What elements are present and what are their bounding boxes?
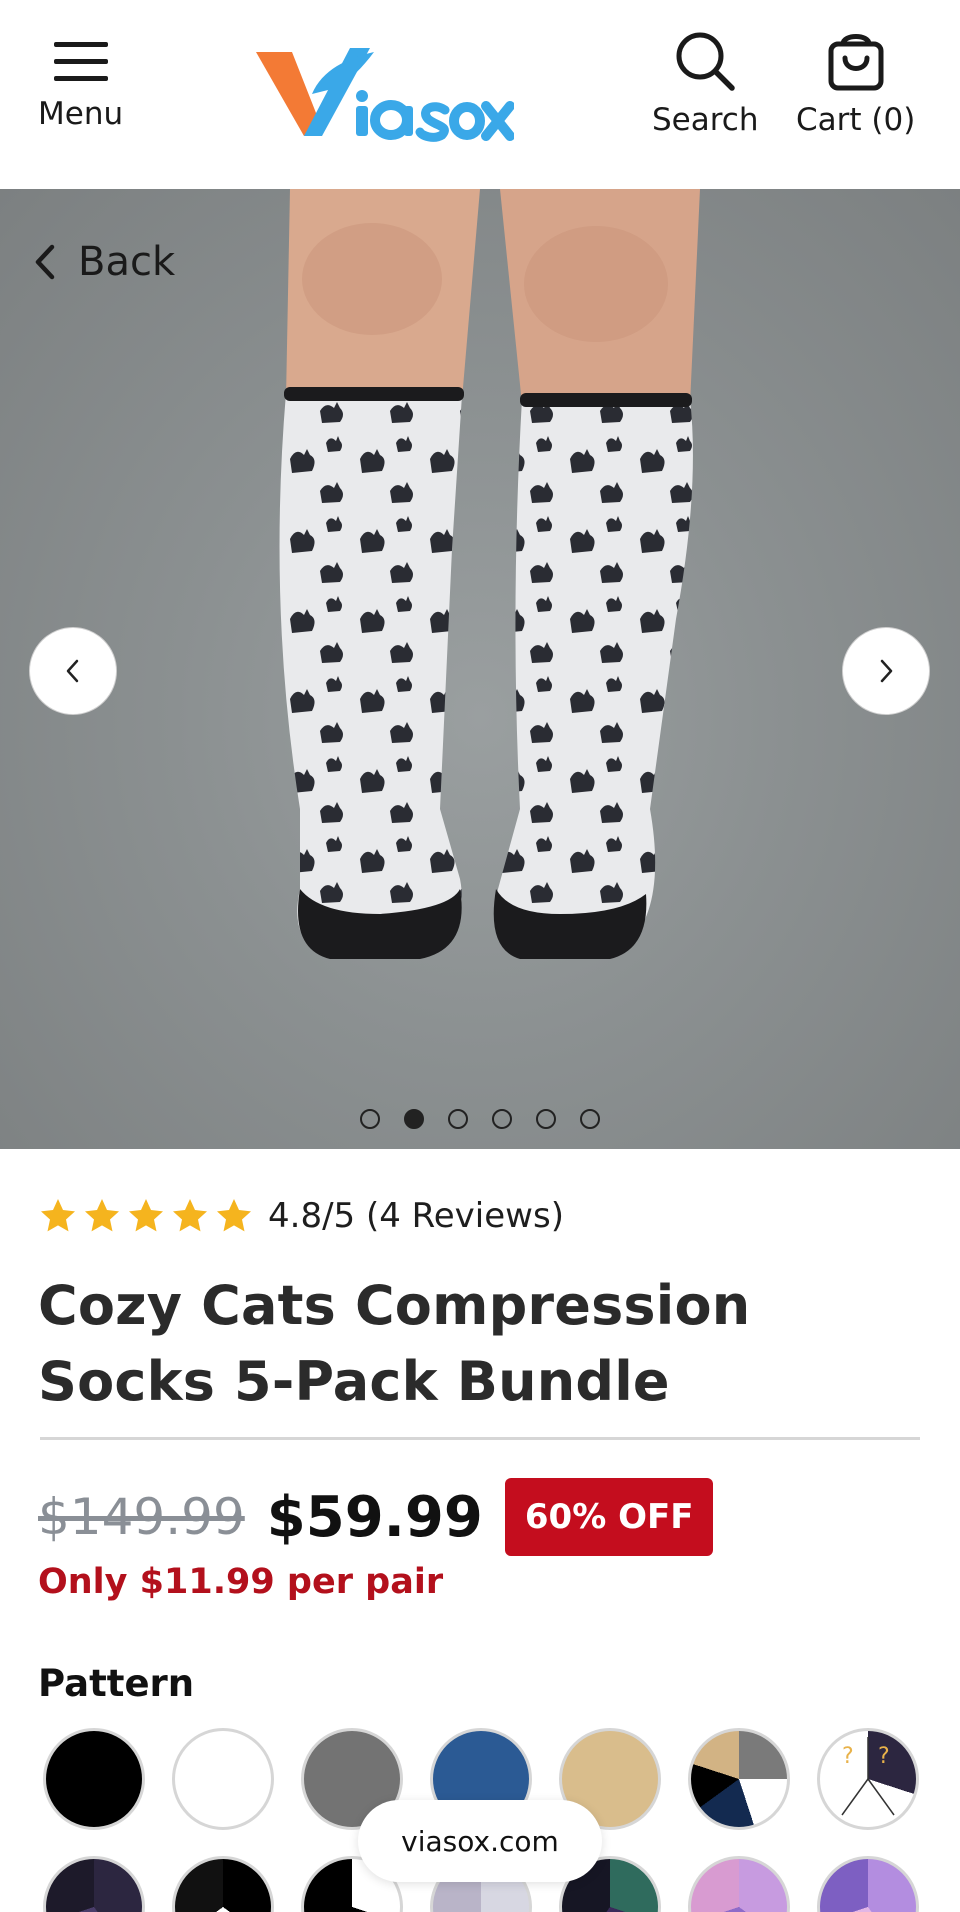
search-label: Search [652, 102, 759, 138]
original-price: $149.99 [38, 1488, 245, 1546]
product-photo [279, 189, 700, 959]
star-icon [85, 1199, 119, 1232]
svg-text:?: ? [878, 1744, 890, 1769]
carousel-dot[interactable] [536, 1109, 556, 1129]
swatch-multicolor-pack[interactable] [688, 1728, 790, 1830]
search-button[interactable]: Search [652, 30, 759, 138]
menu-label: Menu [38, 96, 124, 132]
site-header: Menu Search Cart (0) [0, 0, 960, 189]
carousel-dot[interactable] [360, 1109, 380, 1129]
pattern-label: Pattern [38, 1662, 195, 1705]
chevron-left-icon [66, 659, 79, 683]
rating-row[interactable]: 4.8/5 (4 Reviews) [38, 1196, 564, 1236]
shopping-bag-icon [828, 34, 884, 91]
carousel-dots [0, 1109, 960, 1129]
chevron-right-icon [880, 659, 893, 683]
star-icon [173, 1199, 207, 1232]
swatch-mystery-pack[interactable]: ? ? [817, 1728, 919, 1830]
star-icon [217, 1199, 251, 1232]
svg-text:?: ? [842, 1744, 854, 1769]
back-link[interactable]: Back [34, 239, 175, 285]
rating-text: 4.8/5 (4 Reviews) [268, 1196, 564, 1236]
swatch-pattern-pack[interactable] [688, 1856, 790, 1912]
carousel-dot-active[interactable] [404, 1109, 424, 1129]
swatch-black[interactable] [43, 1728, 145, 1830]
product-title: Cozy Cats Compression Socks 5-Pack Bundl… [38, 1274, 751, 1413]
hamburger-icon [53, 42, 108, 81]
price-row: $149.99 $59.99 60% OFF [38, 1478, 714, 1556]
search-icon [676, 32, 735, 91]
swatch-pattern-pack[interactable] [43, 1856, 145, 1912]
per-pair-price: Only $11.99 per pair [38, 1562, 444, 1602]
star-icon [41, 1199, 75, 1232]
swatch-white[interactable] [172, 1728, 274, 1830]
swatch-pattern-pack[interactable] [172, 1856, 274, 1912]
divider [40, 1437, 920, 1440]
chevron-left-icon [35, 244, 55, 280]
carousel-dot[interactable] [448, 1109, 468, 1129]
star-rating [38, 1196, 254, 1236]
swatch-pattern-pack[interactable] [817, 1856, 919, 1912]
carousel-prev-button[interactable] [29, 627, 117, 715]
sale-price: $59.99 [266, 1484, 483, 1550]
back-label: Back [78, 239, 176, 285]
carousel-dot[interactable] [580, 1109, 600, 1129]
browser-url-pill[interactable]: viasox.com [358, 1800, 602, 1882]
discount-badge: 60% OFF [504, 1478, 714, 1556]
question-mark-icon: ? ? [841, 1737, 895, 1816]
product-image-carousel[interactable]: Back [0, 189, 960, 1149]
menu-button[interactable]: Menu [38, 38, 123, 132]
cart-label: Cart (0) [796, 102, 916, 138]
star-icon [129, 1199, 163, 1232]
viasox-logo[interactable] [252, 40, 514, 144]
carousel-next-button[interactable] [842, 627, 930, 715]
cart-button[interactable]: Cart (0) [796, 30, 915, 138]
carousel-dot[interactable] [492, 1109, 512, 1129]
